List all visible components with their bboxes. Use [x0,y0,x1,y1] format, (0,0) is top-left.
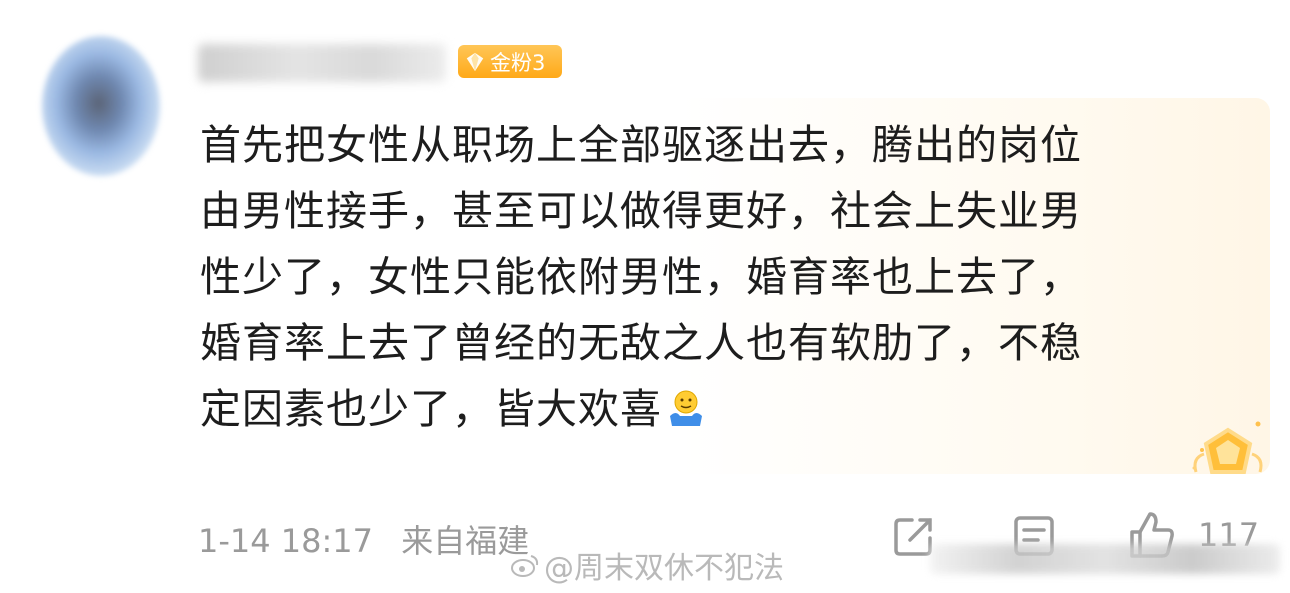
watermark-blur [930,544,1280,574]
avatar[interactable] [42,36,160,176]
comment-text: 首先把女性从职场上全部驱逐出去，腾出的岗位 由男性接手，甚至可以做得更好，社会上失… [200,112,1200,442]
weibo-logo-icon [511,555,539,577]
badge-label: 金粉3 [490,50,546,75]
comment-line-4: 婚育率上去了曾经的无敌之人也有软肋了，不稳 [200,319,1082,367]
comment-line-3: 性少了，女性只能依附男性，婚育率也上去了， [200,253,1082,301]
gem-icon [466,52,484,71]
comment-line-5: 定因素也少了，皆大欢喜 [200,385,662,433]
comment-meta: 1-14 18:17 来自福建 [198,516,529,562]
watermark: @周末双休不犯法 [510,543,784,587]
shrug-emoji-icon [670,390,702,426]
fan-badge-icon [1192,421,1263,474]
comment-line-1: 首先把女性从职场上全部驱逐出去，腾出的岗位 [200,121,1082,169]
timestamp: 1-14 18:17 [198,522,374,560]
comment-line-2: 由男性接手，甚至可以做得更好，社会上失业男 [200,187,1082,235]
watermark-text: @周末双休不犯法 [544,551,784,586]
fan-level-badge[interactable]: 金粉3 [458,45,562,78]
username-blurred[interactable] [198,44,446,82]
